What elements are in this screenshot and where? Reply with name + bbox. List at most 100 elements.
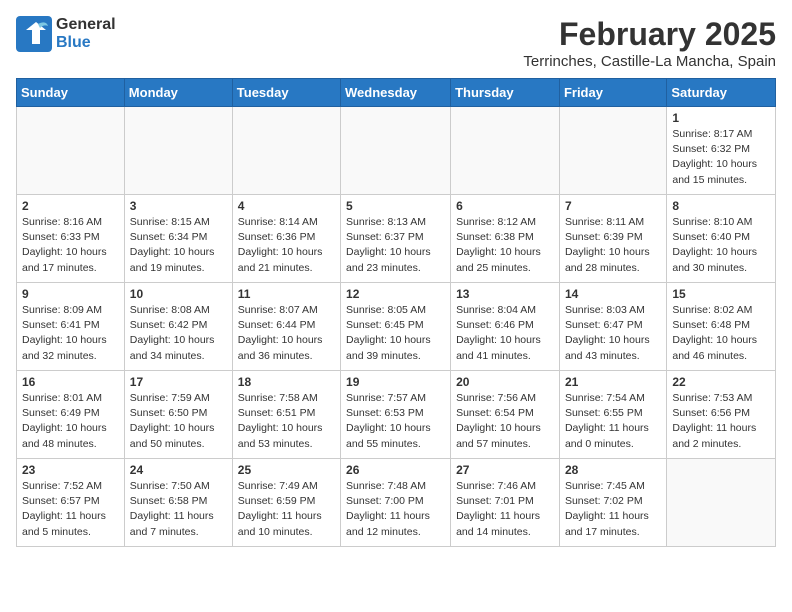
day-info: Sunrise: 7:52 AM Sunset: 6:57 PM Dayligh… [22,479,119,540]
day-info: Sunrise: 8:05 AM Sunset: 6:45 PM Dayligh… [346,303,445,364]
calendar-cell: 18Sunrise: 7:58 AM Sunset: 6:51 PM Dayli… [232,371,340,459]
day-number: 7 [565,199,661,213]
calendar-cell: 12Sunrise: 8:05 AM Sunset: 6:45 PM Dayli… [341,283,451,371]
day-number: 21 [565,375,661,389]
calendar-cell: 21 Sunrise: 7:54 AM Sunset: 6:55 PM Dayli… [559,371,666,459]
calendar-cell: 28 Sunrise: 7:45 AM Sunset: 7:02 PM Dayli… [559,459,666,547]
day-number: 11 [238,287,335,301]
day-info: Sunrise: 7:50 AM Sunset: 6:58 PM Dayligh… [130,479,227,540]
calendar-cell [124,107,232,195]
day-number: 10 [130,287,227,301]
calendar-cell: 2 Sunrise: 8:16 AM Sunset: 6:33 PM Daylig… [17,195,125,283]
day-info: Sunrise: 7:53 AM Sunset: 6:56 PM Dayligh… [672,391,770,452]
logo-name: General Blue [56,16,116,51]
calendar-cell: 27 Sunrise: 7:46 AM Sunset: 7:01 PM Dayli… [451,459,560,547]
week-row-5: 23 Sunrise: 7:52 AM Sunset: 6:57 PM Dayli… [17,459,776,547]
month-year: February 2025 [523,16,776,53]
day-info: Sunrise: 7:45 AM Sunset: 7:02 PM Dayligh… [565,479,661,540]
calendar-cell: 7 Sunrise: 8:11 AM Sunset: 6:39 PM Daylig… [559,195,666,283]
calendar-cell: 9 Sunrise: 8:09 AM Sunset: 6:41 PM Daylig… [17,283,125,371]
weekday-header-friday: Friday [559,79,666,107]
calendar-cell: 17Sunrise: 7:59 AM Sunset: 6:50 PM Dayli… [124,371,232,459]
weekday-header-monday: Monday [124,79,232,107]
week-row-3: 9 Sunrise: 8:09 AM Sunset: 6:41 PM Daylig… [17,283,776,371]
logo-blue: Blue [56,34,116,52]
week-row-1: 1 Sunrise: 8:17 AM Sunset: 6:32 PM Daylig… [17,107,776,195]
day-number: 4 [238,199,335,213]
day-info: Sunrise: 8:14 AM Sunset: 6:36 PM Dayligh… [238,215,335,276]
day-info: Sunrise: 8:13 AM Sunset: 6:37 PM Dayligh… [346,215,445,276]
day-number: 19 [346,375,445,389]
day-number: 26 [346,463,445,477]
day-number: 20 [456,375,554,389]
day-number: 16 [22,375,119,389]
calendar-cell: 16 Sunrise: 8:01 AM Sunset: 6:49 PM Dayli… [17,371,125,459]
location: Terrinches, Castille-La Mancha, Spain [523,53,776,70]
calendar-cell: 3Sunrise: 8:15 AM Sunset: 6:34 PM Daylig… [124,195,232,283]
calendar-cell [559,107,666,195]
calendar-cell: 26 Sunrise: 7:48 AM Sunset: 7:00 PM Dayli… [341,459,451,547]
day-info: Sunrise: 7:48 AM Sunset: 7:00 PM Dayligh… [346,479,445,540]
day-number: 5 [346,199,445,213]
header: General Blue February 2025 Terrinches, C… [16,16,776,70]
day-info: Sunrise: 7:57 AM Sunset: 6:53 PM Dayligh… [346,391,445,452]
calendar-cell: 5 Sunrise: 8:13 AM Sunset: 6:37 PM Daylig… [341,195,451,283]
day-number: 2 [22,199,119,213]
weekday-header-tuesday: Tuesday [232,79,340,107]
logo-icon [16,16,52,52]
calendar-cell: 15Sunrise: 8:02 AM Sunset: 6:48 PM Dayli… [667,283,776,371]
weekday-header-row: SundayMondayTuesdayWednesdayThursdayFrid… [17,79,776,107]
day-number: 9 [22,287,119,301]
day-number: 23 [22,463,119,477]
calendar-cell: 8Sunrise: 8:10 AM Sunset: 6:40 PM Daylig… [667,195,776,283]
day-info: Sunrise: 7:46 AM Sunset: 7:01 PM Dayligh… [456,479,554,540]
day-info: Sunrise: 8:10 AM Sunset: 6:40 PM Dayligh… [672,215,770,276]
calendar-cell: 1 Sunrise: 8:17 AM Sunset: 6:32 PM Daylig… [667,107,776,195]
week-row-2: 2 Sunrise: 8:16 AM Sunset: 6:33 PM Daylig… [17,195,776,283]
day-number: 1 [672,111,770,125]
calendar-cell: 6 Sunrise: 8:12 AM Sunset: 6:38 PM Daylig… [451,195,560,283]
day-info: Sunrise: 8:03 AM Sunset: 6:47 PM Dayligh… [565,303,661,364]
day-number: 25 [238,463,335,477]
day-number: 28 [565,463,661,477]
day-number: 6 [456,199,554,213]
day-info: Sunrise: 8:12 AM Sunset: 6:38 PM Dayligh… [456,215,554,276]
logo: General Blue [16,16,116,52]
calendar-cell [667,459,776,547]
logo-general: General [56,16,116,34]
day-info: Sunrise: 8:09 AM Sunset: 6:41 PM Dayligh… [22,303,119,364]
calendar-cell: 25 Sunrise: 7:49 AM Sunset: 6:59 PM Dayli… [232,459,340,547]
day-info: Sunrise: 8:07 AM Sunset: 6:44 PM Dayligh… [238,303,335,364]
weekday-header-saturday: Saturday [667,79,776,107]
calendar-cell [17,107,125,195]
weekday-header-wednesday: Wednesday [341,79,451,107]
weekday-header-thursday: Thursday [451,79,560,107]
calendar-cell: 19 Sunrise: 7:57 AM Sunset: 6:53 PM Dayli… [341,371,451,459]
day-info: Sunrise: 7:59 AM Sunset: 6:50 PM Dayligh… [130,391,227,452]
calendar-cell: 14 Sunrise: 8:03 AM Sunset: 6:47 PM Dayli… [559,283,666,371]
day-number: 15 [672,287,770,301]
calendar-cell: 20 Sunrise: 7:56 AM Sunset: 6:54 PM Dayli… [451,371,560,459]
day-info: Sunrise: 8:11 AM Sunset: 6:39 PM Dayligh… [565,215,661,276]
day-info: Sunrise: 8:04 AM Sunset: 6:46 PM Dayligh… [456,303,554,364]
calendar-cell: 11 Sunrise: 8:07 AM Sunset: 6:44 PM Dayli… [232,283,340,371]
day-info: Sunrise: 7:58 AM Sunset: 6:51 PM Dayligh… [238,391,335,452]
title-section: February 2025 Terrinches, Castille-La Ma… [523,16,776,70]
calendar-cell: 10Sunrise: 8:08 AM Sunset: 6:42 PM Dayli… [124,283,232,371]
day-number: 14 [565,287,661,301]
day-info: Sunrise: 7:54 AM Sunset: 6:55 PM Dayligh… [565,391,661,452]
calendar-cell [451,107,560,195]
day-info: Sunrise: 7:49 AM Sunset: 6:59 PM Dayligh… [238,479,335,540]
day-info: Sunrise: 8:15 AM Sunset: 6:34 PM Dayligh… [130,215,227,276]
weekday-header-sunday: Sunday [17,79,125,107]
day-info: Sunrise: 8:01 AM Sunset: 6:49 PM Dayligh… [22,391,119,452]
week-row-4: 16 Sunrise: 8:01 AM Sunset: 6:49 PM Dayli… [17,371,776,459]
calendar: SundayMondayTuesdayWednesdayThursdayFrid… [16,78,776,547]
day-number: 13 [456,287,554,301]
day-info: Sunrise: 8:16 AM Sunset: 6:33 PM Dayligh… [22,215,119,276]
day-info: Sunrise: 8:17 AM Sunset: 6:32 PM Dayligh… [672,127,770,188]
day-number: 27 [456,463,554,477]
calendar-cell: 22Sunrise: 7:53 AM Sunset: 6:56 PM Dayli… [667,371,776,459]
calendar-cell: 4 Sunrise: 8:14 AM Sunset: 6:36 PM Daylig… [232,195,340,283]
day-info: Sunrise: 7:56 AM Sunset: 6:54 PM Dayligh… [456,391,554,452]
